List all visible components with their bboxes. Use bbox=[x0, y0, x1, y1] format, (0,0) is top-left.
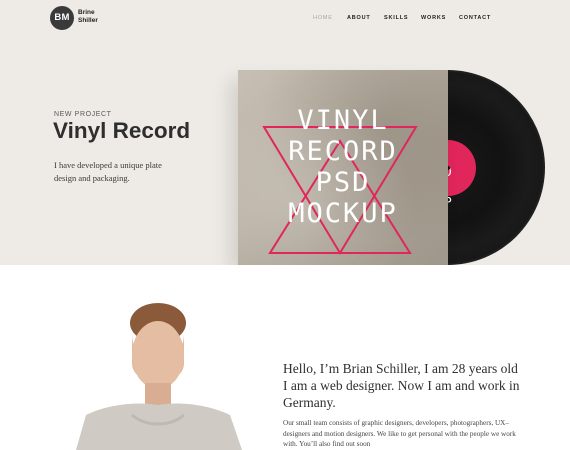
about-headline: Hello, I’m Brian Schiller, I am 28 years… bbox=[283, 361, 520, 410]
about-body: Our small team consists of graphic desig… bbox=[283, 419, 516, 448]
sleeve-title-text: VINYL RECORD PSD MOCKUP bbox=[288, 105, 398, 229]
nav-skills[interactable]: SKILLS bbox=[384, 15, 408, 21]
nav-contact[interactable]: CONTACT bbox=[459, 15, 491, 21]
hero-title: Vinyl Record bbox=[53, 118, 191, 143]
main-nav: HOME ABOUT SKILLS WORKS CONTACT bbox=[0, 15, 570, 25]
nav-works[interactable]: WORKS bbox=[421, 15, 446, 21]
nav-about[interactable]: ABOUT bbox=[347, 15, 371, 21]
hero-section: BM Brine Shiller HOME ABOUT SKILLS WORKS… bbox=[0, 0, 570, 265]
hero-kicker: NEW PROJECT bbox=[54, 111, 112, 118]
nav-home[interactable]: HOME bbox=[313, 15, 333, 21]
profile-photo bbox=[66, 293, 256, 450]
hero-description: I have developed a unique plate design a… bbox=[54, 160, 162, 183]
